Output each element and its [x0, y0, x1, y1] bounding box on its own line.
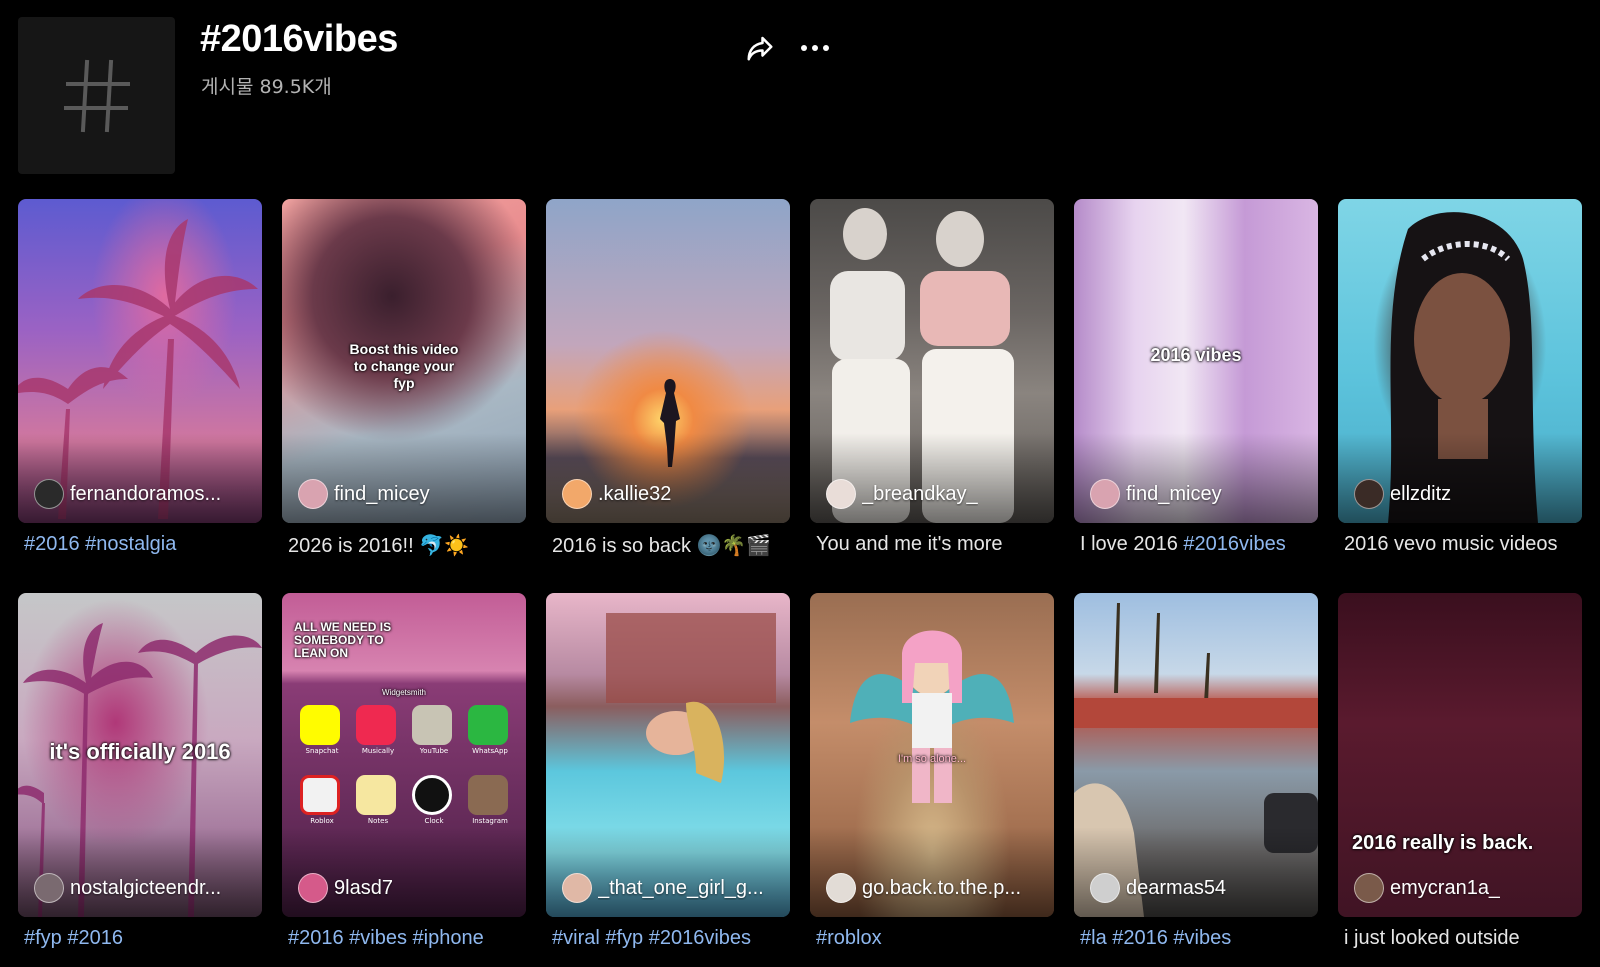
app-notes: Notes: [356, 775, 400, 825]
share-arrow-icon: [747, 36, 773, 61]
video-thumbnail[interactable]: 2016 vibes find_micey: [1074, 199, 1318, 523]
more-options-button[interactable]: [795, 30, 835, 66]
video-author[interactable]: 9lasd7: [298, 873, 393, 903]
hashtag-icon: [18, 17, 175, 174]
video-caption[interactable]: #2016 #vibes #iphone: [282, 927, 526, 955]
video-caption[interactable]: 2016 vevo music videos: [1338, 533, 1582, 561]
video-author[interactable]: _that_one_girl_g...: [562, 873, 764, 903]
more-dots-icon: [801, 45, 829, 51]
app-snapchat: Snapchat: [300, 705, 344, 755]
video-caption[interactable]: 2026 is 2016!! 🐬☀️: [282, 533, 526, 561]
app-clock: Clock: [412, 775, 456, 825]
video-card[interactable]: ellzditz 2016 vevo music videos: [1338, 199, 1582, 561]
video-overlay-text: it's officially 2016: [49, 739, 231, 764]
video-card[interactable]: it's officially 2016 nostalgicteendr... …: [18, 593, 262, 955]
video-card[interactable]: fernandoramos... #2016 #nostalgia: [18, 199, 262, 561]
avatar: [1090, 479, 1120, 509]
video-author[interactable]: nostalgicteendr...: [34, 873, 221, 903]
video-card[interactable]: .kallie32 2016 is so back 🌚🌴🎬: [546, 199, 790, 561]
app-roblox: Roblox: [300, 775, 344, 825]
avatar: [1354, 873, 1384, 903]
avatar: [562, 479, 592, 509]
video-card[interactable]: _breandkay_ You and me it's more: [810, 199, 1054, 561]
app-musically: Musically: [356, 705, 400, 755]
video-caption[interactable]: #2016 #nostalgia: [18, 533, 262, 561]
video-caption[interactable]: #viral #fyp #2016vibes: [546, 927, 790, 955]
video-card[interactable]: 2016 vibes find_micey I love 2016 #2016v…: [1074, 199, 1318, 561]
video-author[interactable]: find_micey: [298, 479, 430, 509]
video-card[interactable]: dearmas54 #la #2016 #vibes: [1074, 593, 1318, 955]
video-overlay-text: 2016 really is back.: [1352, 832, 1534, 854]
avatar: [1090, 873, 1120, 903]
avatar: [826, 873, 856, 903]
app-whatsapp: WhatsApp: [468, 705, 512, 755]
video-overlay-text: ALL WE NEED IS SOMEBODY TO LEAN ON: [294, 620, 392, 661]
video-author[interactable]: _breandkay_: [826, 479, 978, 509]
post-count: 게시물 89.5K개: [201, 76, 332, 98]
avatar: [562, 873, 592, 903]
video-thumbnail[interactable]: _that_one_girl_g...: [546, 593, 790, 917]
video-author[interactable]: dearmas54: [1090, 873, 1226, 903]
video-overlay-text: I'm so alone...: [897, 753, 967, 765]
video-caption[interactable]: 2016 is so back 🌚🌴🎬: [546, 533, 790, 561]
hashtag-header: #2016vibes 게시물 89.5K개: [0, 0, 1600, 190]
app-youtube: YouTube: [412, 705, 456, 755]
video-thumbnail[interactable]: ellzditz: [1338, 199, 1582, 523]
video-author[interactable]: fernandoramos...: [34, 479, 221, 509]
video-caption[interactable]: #la #2016 #vibes: [1074, 927, 1318, 955]
video-thumbnail[interactable]: dearmas54: [1074, 593, 1318, 917]
avatar: [34, 873, 64, 903]
avatar: [298, 479, 328, 509]
video-author[interactable]: find_micey: [1090, 479, 1222, 509]
video-thumbnail[interactable]: 2016 really is back. emycran1a_: [1338, 593, 1582, 917]
video-caption[interactable]: #roblox: [810, 927, 1054, 955]
avatar: [1354, 479, 1384, 509]
video-thumbnail[interactable]: it's officially 2016 nostalgicteendr...: [18, 593, 262, 917]
share-button[interactable]: [740, 30, 780, 66]
video-caption[interactable]: #fyp #2016: [18, 927, 262, 955]
avatar: [826, 479, 856, 509]
video-thumbnail[interactable]: ALL WE NEED IS SOMEBODY TO LEAN ON Widge…: [282, 593, 526, 917]
video-card[interactable]: _that_one_girl_g... #viral #fyp #2016vib…: [546, 593, 790, 955]
video-overlay-text: 2016 vibes: [1150, 345, 1242, 365]
app-instagram: Instagram: [468, 775, 512, 825]
video-caption[interactable]: You and me it's more: [810, 533, 1054, 561]
page-title: #2016vibes: [200, 18, 398, 60]
widget-label: Widgetsmith: [381, 688, 426, 697]
video-author[interactable]: go.back.to.the.p...: [826, 873, 1021, 903]
video-card[interactable]: Boost this video to change your fyp find…: [282, 199, 526, 561]
video-thumbnail[interactable]: _breandkay_: [810, 199, 1054, 523]
avatar: [34, 479, 64, 509]
video-thumbnail[interactable]: Boost this video to change your fyp find…: [282, 199, 526, 523]
video-card[interactable]: ALL WE NEED IS SOMEBODY TO LEAN ON Widge…: [282, 593, 526, 955]
video-author[interactable]: .kallie32: [562, 479, 671, 509]
avatar: [298, 873, 328, 903]
video-card[interactable]: I'm so alone... go.back.to.the.p... #rob…: [810, 593, 1054, 955]
video-card[interactable]: 2016 really is back. emycran1a_ i just l…: [1338, 593, 1582, 955]
video-caption[interactable]: I love 2016 #2016vibes: [1074, 533, 1318, 561]
app-icon-grid: Snapchat Musically YouTube WhatsApp Robl…: [300, 705, 508, 825]
video-author[interactable]: ellzditz: [1354, 479, 1451, 509]
video-caption[interactable]: i just looked outside: [1338, 927, 1582, 955]
video-thumbnail[interactable]: I'm so alone... go.back.to.the.p...: [810, 593, 1054, 917]
video-thumbnail[interactable]: .kallie32: [546, 199, 790, 523]
video-overlay-text: Boost this video to change your fyp: [349, 341, 459, 391]
video-author[interactable]: emycran1a_: [1354, 873, 1500, 903]
video-thumbnail[interactable]: fernandoramos...: [18, 199, 262, 523]
